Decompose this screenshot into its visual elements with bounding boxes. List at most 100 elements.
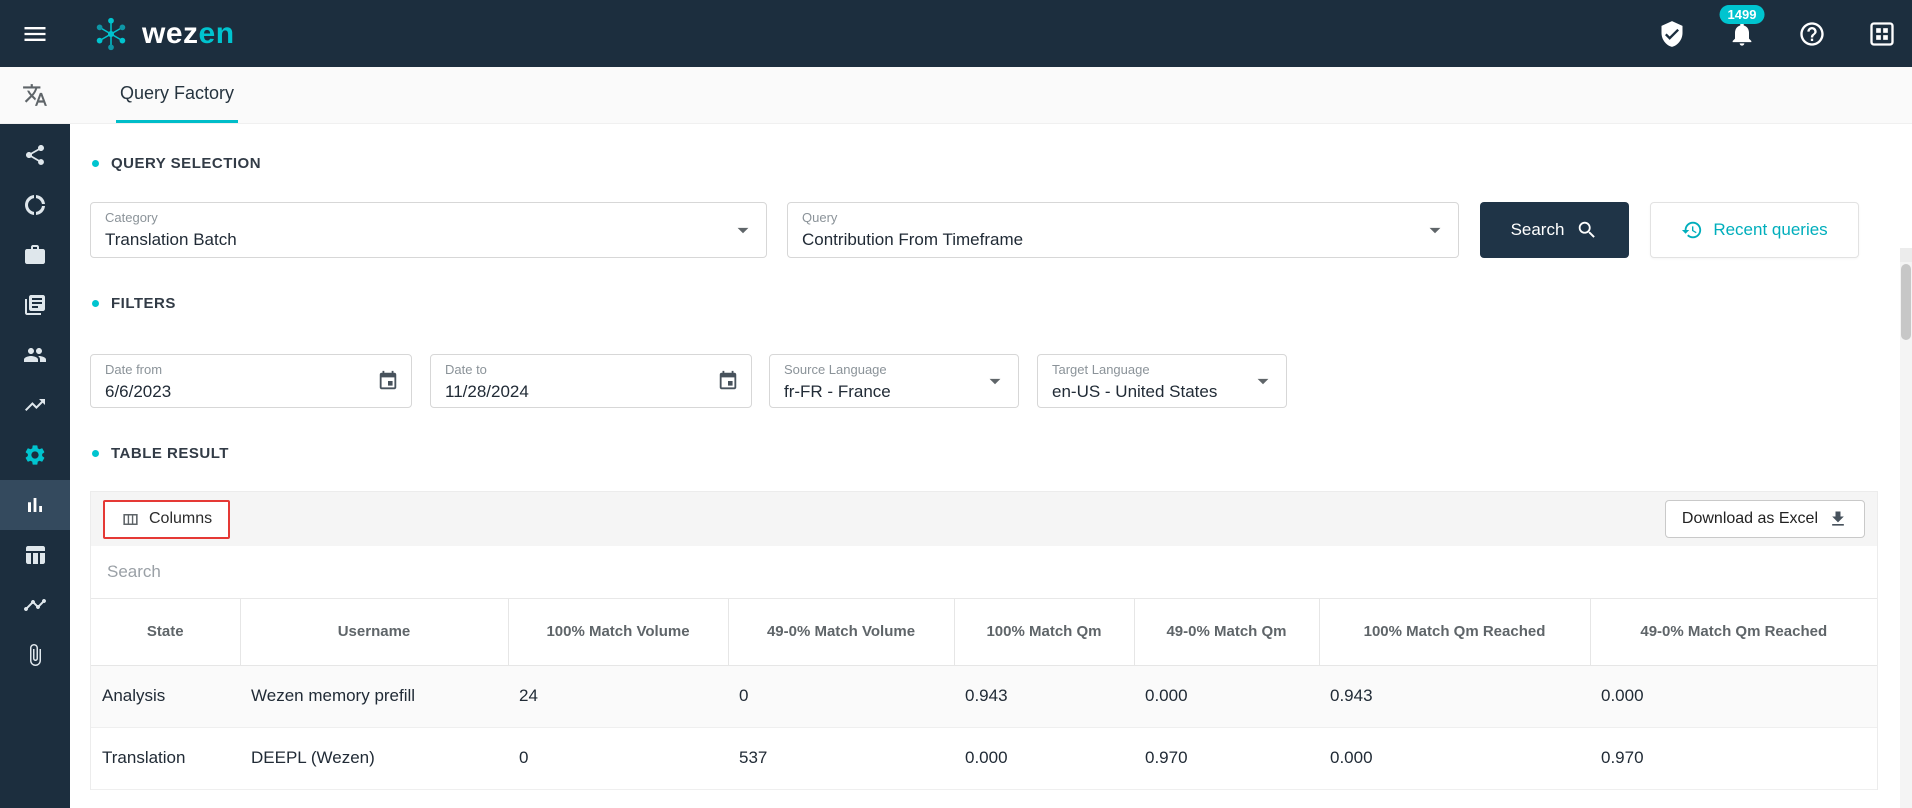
date-from-value: 6/6/2023 [105, 382, 172, 401]
menu-button[interactable] [0, 20, 70, 48]
search-button-label: Search [1510, 220, 1565, 239]
chevron-down-icon [989, 378, 1001, 385]
recent-queries-label: Recent queries [1713, 220, 1828, 239]
recent-queries-button[interactable]: Recent queries [1650, 202, 1859, 258]
source-language-select[interactable]: Source Language fr-FR - France [769, 354, 1019, 408]
query-select[interactable]: Query Contribution From Timeframe [787, 202, 1459, 258]
sidebar-item-hub[interactable] [0, 130, 70, 180]
date-to-label: Date to [445, 362, 487, 377]
category-label: Category [105, 210, 158, 225]
cell-100-match-qm: 0.000 [954, 727, 1134, 790]
sidebar-item-attachments[interactable] [0, 630, 70, 680]
target-language-select[interactable]: Target Language en-US - United States [1037, 354, 1287, 408]
sidebar-item-trends[interactable] [0, 380, 70, 430]
sidebar-item-library[interactable] [0, 280, 70, 330]
timeline-icon [24, 599, 46, 611]
cell-100-match-qm-reached: 0.000 [1319, 727, 1590, 790]
shield-check-icon[interactable] [1658, 20, 1686, 48]
section-title-text: FILTERS [111, 294, 176, 312]
bell-icon [1732, 22, 1752, 46]
sidebar-item-projects[interactable] [0, 230, 70, 280]
table-search-input[interactable] [107, 562, 1861, 582]
chevron-down-icon [737, 227, 749, 234]
date-from-label: Date from [105, 362, 163, 377]
people-icon [24, 348, 46, 362]
wezen-logo: wezen [92, 15, 235, 53]
table-row[interactable]: Analysis Wezen memory prefill 24 0 0.943… [91, 665, 1877, 728]
chevron-down-icon [1257, 378, 1269, 385]
table-header-row: State Username 100% Match Volume 49-0% M… [91, 599, 1877, 666]
section-table-result: TABLE RESULT [92, 444, 1912, 462]
gear-icon [25, 445, 45, 465]
column-header[interactable]: 100% Match Volume [508, 599, 729, 666]
notifications-button[interactable]: 1499 [1719, 4, 1765, 48]
vertical-scrollbar[interactable] [1900, 248, 1912, 808]
data-usage-icon [25, 195, 45, 215]
content-area: QUERY SELECTION Category Translation Bat… [70, 124, 1912, 808]
translate-button[interactable] [0, 67, 70, 123]
sidebar-item-data-usage[interactable] [0, 180, 70, 230]
help-icon[interactable] [1798, 20, 1826, 48]
date-from-field[interactable]: Date from 6/6/2023 [90, 354, 412, 408]
section-filters: FILTERS [92, 294, 1912, 312]
columns-button[interactable]: Columns [103, 499, 231, 539]
sidebar-item-users[interactable] [0, 330, 70, 380]
download-excel-button[interactable]: Download as Excel [1664, 500, 1865, 538]
cell-49-0-match-qm: 0.970 [1134, 727, 1319, 790]
topbar-actions: 1499 [1658, 4, 1912, 48]
notifications-badge: 1499 [1719, 4, 1765, 24]
sidebar-item-tables[interactable] [0, 530, 70, 580]
library-icon [25, 295, 45, 315]
brand-secondary: en [198, 16, 235, 50]
brand-primary: wez [142, 16, 199, 50]
sidebar-item-timeline[interactable] [0, 580, 70, 630]
target-language-value: en-US - United States [1052, 382, 1218, 401]
apps-grid-icon[interactable] [1868, 20, 1896, 48]
category-value: Translation Batch [105, 230, 237, 249]
scroll-up-arrow[interactable] [1900, 248, 1912, 262]
results-panel: Columns Download as Excel State [90, 491, 1878, 790]
search-button[interactable]: Search [1480, 202, 1629, 258]
table-row[interactable]: Translation DEEPL (Wezen) 0 537 0.000 0.… [91, 727, 1877, 790]
date-to-value: 11/28/2024 [445, 382, 529, 401]
columns-icon [123, 513, 138, 525]
briefcase-icon [25, 245, 45, 264]
cell-49-0-match-qm: 0.000 [1134, 665, 1319, 728]
download-icon [1832, 511, 1844, 526]
section-query-selection: QUERY SELECTION [92, 154, 1912, 172]
column-header[interactable]: 100% Match Qm Reached [1319, 599, 1591, 666]
column-header[interactable]: 49-0% Match Volume [728, 599, 955, 666]
calendar-icon[interactable] [377, 370, 399, 392]
date-to-field[interactable]: Date to 11/28/2024 [430, 354, 752, 408]
cell-state: Translation [91, 727, 240, 790]
menu-icon [24, 26, 46, 41]
topbar: wezen 1499 [0, 0, 1912, 67]
column-header[interactable]: 49-0% Match Qm [1134, 599, 1320, 666]
filters-row: Date from 6/6/2023 Date to 11/28/2024 So… [90, 354, 1912, 408]
history-icon [1682, 221, 1702, 239]
bar-chart-icon [28, 498, 42, 512]
table-toolbar: Columns Download as Excel [91, 492, 1877, 546]
chevron-down-icon [1429, 227, 1441, 234]
category-select[interactable]: Category Translation Batch [90, 202, 767, 258]
tab-label: Query Factory [120, 83, 235, 103]
cell-100-match-volume: 24 [508, 665, 728, 728]
column-header[interactable]: State [91, 599, 241, 666]
cell-49-0-match-volume: 0 [728, 665, 954, 728]
column-header[interactable]: Username [240, 599, 509, 666]
sidebar-item-reports[interactable] [0, 480, 70, 530]
tab-query-factory[interactable]: Query Factory [116, 67, 239, 123]
table-chart-icon [26, 546, 45, 564]
section-title-text: TABLE RESULT [111, 444, 229, 462]
cell-49-0-match-qm-reached: 0.000 [1590, 665, 1877, 728]
calendar-icon[interactable] [717, 370, 739, 392]
trending-up-icon [25, 399, 45, 411]
download-button-label: Download as Excel [1681, 510, 1818, 527]
scrollbar-thumb[interactable] [1901, 264, 1911, 340]
table-search-row [91, 546, 1877, 599]
column-header[interactable]: 49-0% Match Qm Reached [1590, 599, 1877, 666]
cell-100-match-qm-reached: 0.943 [1319, 665, 1590, 728]
column-header[interactable]: 100% Match Qm [954, 599, 1135, 666]
bullet-icon [92, 449, 99, 457]
sidebar-item-settings[interactable] [0, 430, 70, 480]
